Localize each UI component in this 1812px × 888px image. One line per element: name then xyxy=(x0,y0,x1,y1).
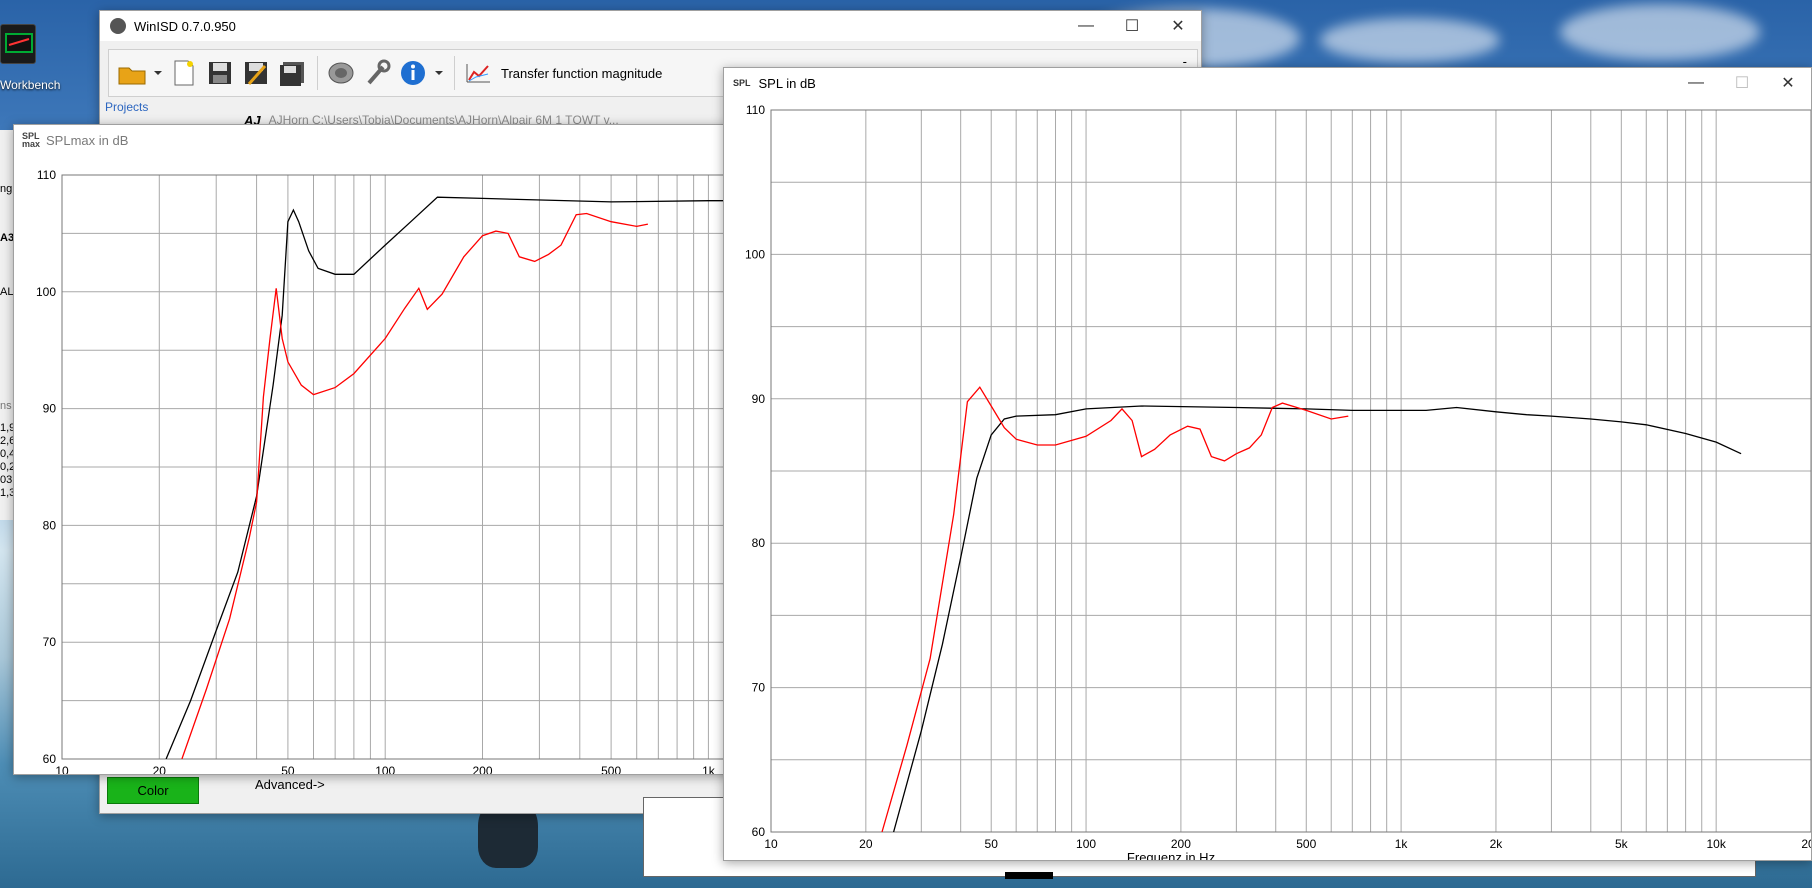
chevron-down-icon[interactable] xyxy=(432,56,446,90)
toolbar-separator xyxy=(454,56,455,90)
x-tick-label: 10 xyxy=(764,837,778,851)
x-axis-label: Frequenz in Hz xyxy=(1127,850,1215,860)
background-marker xyxy=(1005,872,1053,879)
maximize-button[interactable]: ☐ xyxy=(1109,11,1155,41)
spl-chart: 60 70 80 90 100 110 10 20 50 100 200 500 1k 2k 5k 10k 20… xyxy=(745,103,1812,865)
new-document-icon[interactable] xyxy=(167,56,201,90)
spl-plot-area: 60 70 80 90 100 110 10 20 50 100 200 500 1k 2k 5k 10k 20… xyxy=(724,98,1812,865)
y-tick-label: 70 xyxy=(43,635,57,649)
splmax-title: SPLmax in dB xyxy=(46,132,129,148)
winisd-title: WinISD 0.7.0.950 xyxy=(134,18,236,34)
chevron-down-icon[interactable] xyxy=(151,56,165,90)
save-icon[interactable] xyxy=(203,56,237,90)
maximize-button[interactable]: ☐ xyxy=(1719,68,1765,98)
close-button[interactable]: ✕ xyxy=(1155,11,1201,41)
y-tick-label: 60 xyxy=(752,825,766,839)
cloud-shape xyxy=(1560,4,1760,60)
x-tick-label: 50 xyxy=(985,837,999,851)
splmax-chart: 607080901001101020501002005001kFrequenz … xyxy=(36,168,735,792)
graph-icon[interactable] xyxy=(461,56,495,90)
grid-lines xyxy=(61,174,734,760)
save-as-icon[interactable] xyxy=(239,56,273,90)
spl-title: SPL in dB xyxy=(758,75,816,91)
x-tick-label: 2k xyxy=(1490,837,1504,851)
side-text: A3 xyxy=(0,232,15,244)
info-icon[interactable] xyxy=(396,56,430,90)
x-tick-label: 500 xyxy=(1296,837,1316,851)
side-text: ng xyxy=(0,183,13,195)
transfer-function-label[interactable]: Transfer function magnitude xyxy=(501,66,662,81)
splmax-window: SPL max SPLmax in dB 60 70 80 90 100 110 10 20 5… xyxy=(13,124,735,792)
minimize-button[interactable]: — xyxy=(1063,11,1109,41)
winisd-app-icon xyxy=(110,18,126,34)
open-folder-icon[interactable] xyxy=(115,56,149,90)
splmax-titlebar[interactable]: SPL max SPLmax in dB xyxy=(14,125,732,155)
toolbar-separator xyxy=(317,56,318,90)
x-tick-label: 1k xyxy=(702,764,716,774)
x-tick-label: 20k xyxy=(1801,837,1811,851)
splmax-plot-area: 607080901001101020501002005001kFrequenz … xyxy=(14,155,735,792)
y-tick-label: 80 xyxy=(752,536,766,550)
x-tick-label: 5k xyxy=(1615,837,1629,851)
x-tick-label: 500 xyxy=(601,764,621,774)
x-tick-label: 50 xyxy=(281,764,295,774)
x-tick-label: 20 xyxy=(859,837,873,851)
series-line-black xyxy=(892,405,1742,832)
wrench-icon[interactable] xyxy=(360,56,394,90)
side-number: 03 xyxy=(0,474,13,486)
splmax-window-icon: SPL max xyxy=(22,131,41,149)
projects-label: Projects xyxy=(105,100,149,114)
y-tick-label: 100 xyxy=(745,247,765,261)
y-tick-label: 80 xyxy=(43,518,57,532)
y-tick-label: 60 xyxy=(43,752,57,766)
spl-titlebar[interactable]: SPL SPL in dB — ☐ ✕ xyxy=(724,68,1811,98)
workbench-icon[interactable] xyxy=(0,24,36,64)
close-button[interactable]: ✕ xyxy=(1765,68,1811,98)
series-line-red xyxy=(881,386,1349,832)
workbench-label[interactable]: Workbench xyxy=(0,78,60,92)
cloud-shape xyxy=(1320,18,1500,62)
y-tick-label: 90 xyxy=(752,392,766,406)
y-tick-label: 110 xyxy=(746,103,765,117)
color-button[interactable]: Color xyxy=(107,777,199,804)
driver-icon[interactable] xyxy=(324,56,358,90)
y-tick-label: 70 xyxy=(752,681,766,695)
y-tick-label: 110 xyxy=(37,168,56,182)
save-all-icon[interactable] xyxy=(275,56,309,90)
x-tick-label: 100 xyxy=(1076,837,1096,851)
y-tick-label: 90 xyxy=(43,402,57,416)
x-tick-label: 200 xyxy=(1171,837,1191,851)
advanced-link[interactable]: Advanced-> xyxy=(255,777,325,792)
winisd-titlebar[interactable]: WinISD 0.7.0.950 — ☐ ✕ xyxy=(100,11,1201,41)
x-tick-label: 1k xyxy=(1395,837,1409,851)
side-text: ns xyxy=(0,400,12,412)
spl-window-icon: SPL xyxy=(733,78,751,88)
minimize-button[interactable]: — xyxy=(1673,68,1719,98)
spl-window: SPL SPL in dB — ☐ ✕ 60 70 80 90 100 110 10 20 50… xyxy=(723,67,1812,865)
x-tick-label: 10k xyxy=(1706,837,1726,851)
x-tick-label: 20 xyxy=(153,764,167,774)
y-tick-label: 100 xyxy=(36,285,56,299)
series-line-red xyxy=(181,212,649,759)
x-tick-label: 10 xyxy=(55,764,69,774)
x-tick-label: 100 xyxy=(375,764,395,774)
grid-lines xyxy=(770,109,1812,833)
x-tick-label: 200 xyxy=(472,764,492,774)
